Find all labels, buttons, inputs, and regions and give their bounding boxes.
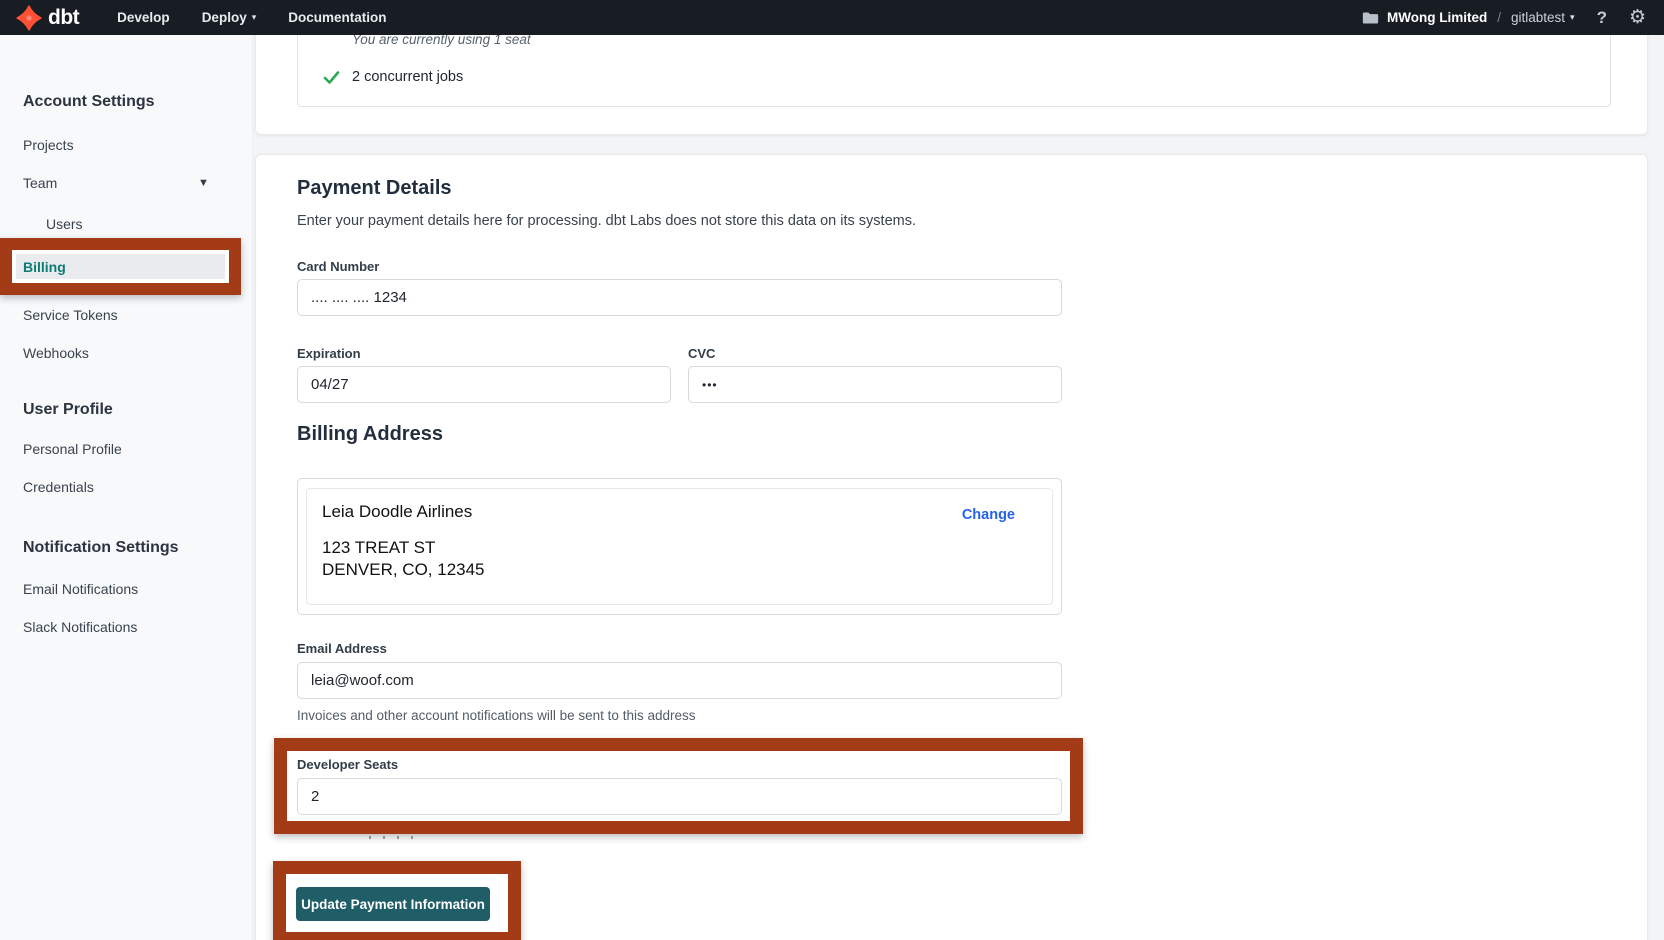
billing-address-city: DENVER, CO, 12345 — [322, 559, 1037, 581]
payment-details-title: Payment Details — [297, 177, 452, 200]
cvc-label: CVC — [688, 346, 715, 361]
payment-details-card: Payment Details Enter your payment detai… — [255, 154, 1648, 940]
top-navbar: dbt Develop Deploy ▾ Documentation MWong… — [0, 0, 1664, 35]
chevron-down-icon: ▾ — [1570, 12, 1575, 23]
nav-item-documentation[interactable]: Documentation — [288, 10, 386, 25]
nav-item-documentation-label: Documentation — [288, 10, 386, 25]
nav-item-deploy-label: Deploy — [202, 10, 247, 25]
account-switcher[interactable]: MWong Limited — [1387, 10, 1487, 25]
project-name-label: gitlabtest — [1511, 10, 1565, 25]
billing-address-title: Billing Address — [297, 423, 443, 446]
project-switcher[interactable]: gitlabtest ▾ — [1511, 10, 1575, 25]
billing-address-street: 123 TREAT ST — [322, 537, 1037, 559]
cvc-input[interactable] — [688, 366, 1062, 403]
breadcrumb-separator: / — [1497, 10, 1501, 25]
sidebar-heading-account-settings: Account Settings — [23, 93, 155, 111]
chevron-down-icon[interactable]: ▼ — [198, 177, 209, 189]
nav-item-develop[interactable]: Develop — [117, 10, 170, 25]
email-address-label: Email Address — [297, 641, 387, 656]
billing-address-name: Leia Doodle Airlines — [322, 502, 1037, 522]
expiration-label: Expiration — [297, 346, 361, 361]
change-address-link[interactable]: Change — [962, 507, 1015, 523]
sidebar-heading-user-profile: User Profile — [23, 401, 113, 419]
dbt-logo[interactable]: dbt — [16, 5, 79, 31]
annotation-box-update-button: Update Payment Information — [273, 861, 521, 940]
billing-address-box: Leia Doodle Airlines 123 TREAT ST DENVER… — [297, 478, 1062, 615]
sidebar-item-slack-notifications[interactable]: Slack Notifications — [23, 619, 137, 635]
billing-address-inner: Leia Doodle Airlines 123 TREAT ST DENVER… — [306, 488, 1053, 605]
dbt-wordmark: dbt — [48, 7, 79, 28]
clipped-helper-text-remnant — [369, 836, 413, 839]
sidebar-item-personal-profile[interactable]: Personal Profile — [23, 441, 122, 457]
email-address-input[interactable] — [297, 662, 1062, 699]
expiration-input[interactable] — [297, 366, 671, 403]
email-helper-text: Invoices and other account notifications… — [297, 708, 695, 723]
sidebar-item-projects[interactable]: Projects — [23, 137, 74, 153]
folder-icon — [1362, 11, 1379, 25]
gear-icon[interactable]: ⚙ — [1629, 8, 1646, 27]
nav-item-deploy[interactable]: Deploy ▾ — [202, 10, 257, 25]
sidebar-item-users[interactable]: Users — [46, 216, 83, 232]
nav-item-develop-label: Develop — [117, 10, 170, 25]
payment-details-subtitle: Enter your payment details here for proc… — [297, 213, 916, 229]
annotation-box-billing: Billing — [0, 238, 241, 295]
developer-seats-input[interactable] — [297, 778, 1062, 815]
sidebar-item-service-tokens[interactable]: Service Tokens — [23, 307, 118, 323]
sidebar-heading-notification-settings: Notification Settings — [23, 539, 179, 557]
billing-address-lines: 123 TREAT ST DENVER, CO, 12345 — [322, 537, 1037, 581]
main-content: You are currently using 1 seat 2 concurr… — [253, 35, 1664, 940]
sidebar-item-billing[interactable]: Billing — [16, 254, 225, 279]
navbar-right-cluster: MWong Limited / gitlabtest ▾ ? ⚙ — [1362, 8, 1646, 27]
card-number-label: Card Number — [297, 259, 379, 274]
sidebar-item-credentials[interactable]: Credentials — [23, 479, 94, 495]
concurrent-jobs-feature: 2 concurrent jobs — [352, 69, 463, 85]
dbt-logo-icon — [16, 5, 42, 31]
update-payment-button[interactable]: Update Payment Information — [296, 887, 490, 921]
settings-sidebar: Account Settings Projects Team ▼ Users B… — [0, 35, 253, 940]
chevron-down-icon: ▾ — [252, 12, 257, 23]
sidebar-item-email-notifications[interactable]: Email Notifications — [23, 581, 138, 597]
annotation-box-developer-seats: Developer Seats — [274, 738, 1083, 834]
card-number-input[interactable] — [297, 279, 1062, 316]
developer-seats-label: Developer Seats — [297, 757, 398, 772]
check-icon — [323, 69, 340, 86]
sidebar-item-webhooks[interactable]: Webhooks — [23, 345, 89, 361]
sidebar-item-billing-label: Billing — [23, 259, 66, 275]
help-icon[interactable]: ? — [1597, 9, 1607, 26]
navbar-menu: Develop Deploy ▾ Documentation — [117, 10, 386, 25]
sidebar-item-team[interactable]: Team — [23, 175, 57, 191]
app-screen: You are currently using 1 seat 2 concurr… — [0, 0, 1664, 940]
